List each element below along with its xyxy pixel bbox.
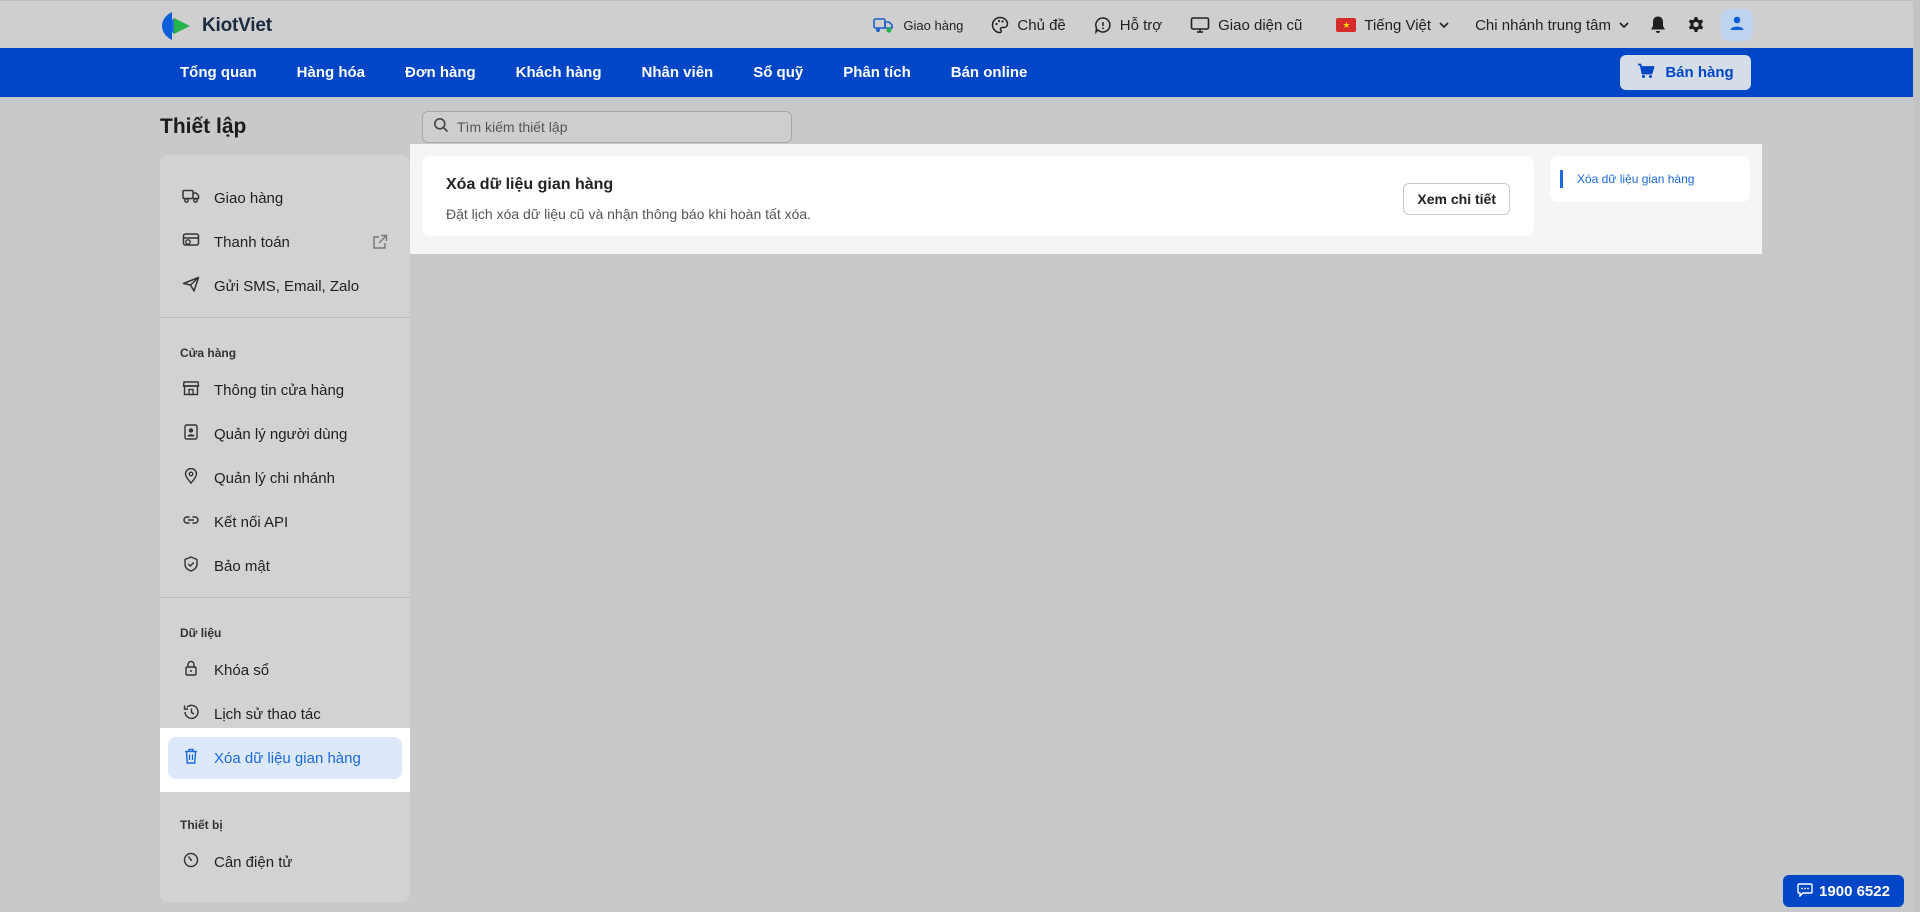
theme-label: Chủ đề xyxy=(1017,16,1066,34)
trash-icon xyxy=(182,748,200,768)
logo[interactable]: KiotViet xyxy=(160,10,272,42)
sidebar-item-label: Xóa dữ liệu gian hàng xyxy=(214,749,361,767)
delivery-truck-icon xyxy=(873,16,895,34)
branch-selector[interactable]: Chi nhánh trung tâm xyxy=(1475,17,1629,34)
lock-icon xyxy=(182,660,200,680)
truck-icon xyxy=(182,188,200,208)
palette-icon xyxy=(991,16,1009,34)
sidebar-section-store: Cửa hàng xyxy=(180,346,237,360)
sidebar-item-messaging[interactable]: Gửi SMS, Email, Zalo xyxy=(168,265,402,307)
sidebar-item-label: Thanh toán xyxy=(214,233,290,251)
shipping-label: Giao hàng xyxy=(903,17,964,33)
hotline-button[interactable]: 1900 6522 xyxy=(1783,875,1904,907)
shopping-cart-icon xyxy=(1637,63,1655,83)
link-icon xyxy=(182,512,200,532)
nav-employees[interactable]: Nhân viên xyxy=(622,64,734,81)
sidebar-item-delete-store-data[interactable]: Xóa dữ liệu gian hàng xyxy=(168,737,402,779)
user-badge-icon xyxy=(182,424,200,444)
sell-button-label: Bán hàng xyxy=(1665,64,1734,81)
sidebar-item-security[interactable]: Bảo mật xyxy=(168,545,402,587)
page-title: Thiết lập xyxy=(160,115,247,138)
delete-data-card: Xóa dữ liệu gian hàng Đặt lịch xóa dữ li… xyxy=(422,156,1534,236)
sidebar-item-label: Bảo mật xyxy=(214,557,270,575)
sidebar-item-label: Thông tin cửa hàng xyxy=(214,381,345,399)
history-icon xyxy=(182,704,200,724)
user-icon xyxy=(1729,15,1745,36)
sidebar-item-label: Lịch sử thao tác xyxy=(214,705,321,723)
settings-gear-icon[interactable] xyxy=(1687,16,1705,34)
settings-search-input[interactable]: Tìm kiếm thiết lập xyxy=(422,111,792,143)
user-avatar[interactable] xyxy=(1721,9,1753,41)
sell-button[interactable]: Bán hàng xyxy=(1620,55,1751,90)
nav-customers[interactable]: Khách hàng xyxy=(496,64,622,81)
sidebar-item-api[interactable]: Kết nối API xyxy=(168,501,402,543)
nav-cashbook[interactable]: Sổ quỹ xyxy=(733,64,823,81)
nav-analytics[interactable]: Phân tích xyxy=(823,64,931,81)
sidebar-divider xyxy=(160,597,410,598)
sidebar-item-electronic-scale[interactable]: Cân điện tử xyxy=(168,841,402,883)
sidebar-item-lock-books[interactable]: Khóa sổ xyxy=(168,649,402,691)
theme-link[interactable]: Chủ đề xyxy=(991,16,1066,34)
chevron-down-icon xyxy=(1619,21,1629,29)
sidebar-section-device: Thiết bị xyxy=(180,818,223,832)
settings-sidebar: Giao hàng Thanh toán Gửi SMS, Email, Zal… xyxy=(160,155,410,902)
sidebar-item-label: Gửi SMS, Email, Zalo xyxy=(214,277,360,295)
settings-content: Xóa dữ liệu gian hàng Đặt lịch xóa dữ li… xyxy=(410,144,1762,254)
chat-bubble-icon xyxy=(1094,16,1112,34)
nav-sell-online[interactable]: Bán online xyxy=(931,64,1048,81)
sidebar-item-label: Cân điện tử xyxy=(214,853,293,871)
language-selector[interactable]: ★ Tiếng Việt xyxy=(1336,17,1449,34)
sidebar-item-label: Quản lý người dùng xyxy=(214,425,348,443)
external-link-icon xyxy=(372,234,388,254)
kiotviet-logo-icon xyxy=(160,10,194,42)
page-scrollbar[interactable] xyxy=(1913,0,1920,912)
chat-icon xyxy=(1797,882,1813,901)
toc-link-delete-data[interactable]: Xóa dữ liệu gian hàng xyxy=(1560,170,1694,188)
sidebar-section-data: Dữ liệu xyxy=(180,626,222,640)
view-details-button[interactable]: Xem chi tiết xyxy=(1403,183,1510,215)
main-nav: Tổng quan Hàng hóa Đơn hàng Khách hàng N… xyxy=(0,48,1913,97)
card-title: Xóa dữ liệu gian hàng xyxy=(446,176,614,193)
support-link[interactable]: Hỗ trợ xyxy=(1094,16,1162,34)
nav-products[interactable]: Hàng hóa xyxy=(277,64,385,81)
sidebar-item-user-management[interactable]: Quản lý người dùng xyxy=(168,413,402,455)
language-label: Tiếng Việt xyxy=(1364,16,1432,34)
sidebar-item-branch-management[interactable]: Quản lý chi nhánh xyxy=(168,457,402,499)
top-bar: KiotViet Giao hàng Chủ đề Hỗ trợ Giao di… xyxy=(0,0,1913,48)
shield-icon xyxy=(182,556,200,576)
vietnam-flag-icon: ★ xyxy=(1336,18,1357,32)
sidebar-item-shipping[interactable]: Giao hàng xyxy=(168,177,402,219)
send-icon xyxy=(182,276,200,296)
branch-label: Chi nhánh trung tâm xyxy=(1475,16,1611,34)
logo-text: KiotViet xyxy=(202,15,272,36)
monitor-icon xyxy=(1190,16,1210,34)
hotline-number: 1900 6522 xyxy=(1819,882,1890,900)
table-of-contents: Xóa dữ liệu gian hàng xyxy=(1550,156,1750,202)
location-pin-icon xyxy=(182,467,200,488)
old-ui-link[interactable]: Giao diện cũ xyxy=(1190,16,1302,34)
sidebar-item-label: Khóa sổ xyxy=(214,661,270,679)
store-icon xyxy=(182,380,200,400)
payment-card-icon xyxy=(182,232,200,252)
sidebar-item-label: Kết nối API xyxy=(214,513,289,531)
chevron-down-icon xyxy=(1439,21,1449,29)
notification-bell-icon[interactable] xyxy=(1649,15,1667,35)
search-icon xyxy=(433,117,449,138)
support-label: Hỗ trợ xyxy=(1119,16,1163,34)
nav-overview[interactable]: Tổng quan xyxy=(160,64,277,81)
old-ui-label: Giao diện cũ xyxy=(1218,16,1303,34)
sidebar-item-label: Giao hàng xyxy=(214,189,284,207)
sidebar-divider xyxy=(160,317,410,318)
scale-gauge-icon xyxy=(182,852,200,872)
sidebar-item-payment[interactable]: Thanh toán xyxy=(168,221,402,263)
shipping-link[interactable]: Giao hàng xyxy=(873,16,963,34)
search-placeholder: Tìm kiếm thiết lập xyxy=(457,119,568,135)
sidebar-item-store-info[interactable]: Thông tin cửa hàng xyxy=(168,369,402,411)
card-description: Đặt lịch xóa dữ liệu cũ và nhận thông bá… xyxy=(446,206,812,222)
nav-orders[interactable]: Đơn hàng xyxy=(385,64,496,81)
sidebar-item-label: Quản lý chi nhánh xyxy=(214,469,335,487)
